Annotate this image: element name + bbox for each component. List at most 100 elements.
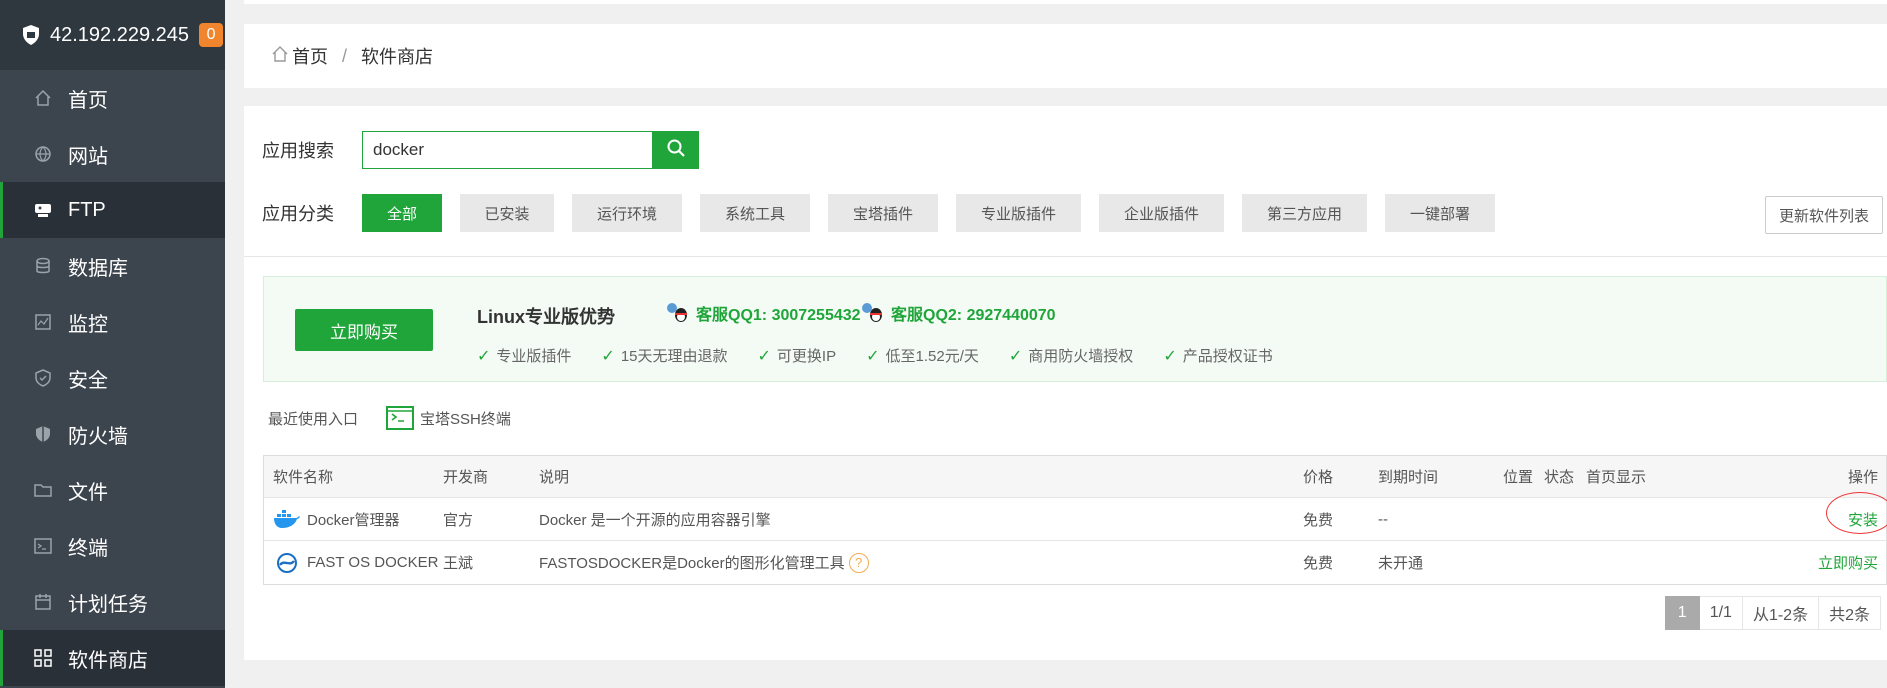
qq2-text: 客服QQ2: 2927440070 — [891, 307, 1056, 324]
feature-item: ✓ 15天无理由退款 — [601, 345, 727, 366]
sidebar-item-terminal[interactable]: 终端 — [0, 518, 225, 574]
feature-label: 15天无理由退款 — [620, 348, 728, 365]
grid-icon — [32, 647, 54, 669]
search-label: 应用搜索 — [262, 141, 334, 161]
page-current[interactable]: 1 — [1664, 596, 1700, 630]
monitor-icon — [32, 311, 54, 333]
refresh-list-button[interactable]: 更新软件列表 — [1765, 196, 1883, 234]
pagination: 1 1/1 从1-2条 共2条 — [1664, 596, 1881, 630]
feature-item: ✓ 低至1.52元/天 — [866, 345, 979, 366]
notification-badge[interactable]: 0 — [199, 23, 224, 47]
help-icon[interactable]: ? — [848, 552, 869, 573]
col-price-header: 价格 — [1303, 469, 1334, 486]
terminal-icon — [386, 406, 415, 430]
col-status-header: 状态 — [1544, 469, 1575, 486]
qq1-text: 客服QQ1: 3007255432 — [696, 307, 861, 324]
search-row: 应用搜索 docker — [262, 131, 699, 169]
feature-label: 专业版插件 — [496, 348, 572, 365]
description-cell: Docker 是一个开源的应用容器引擎 — [539, 511, 771, 529]
shield-check-icon — [32, 367, 54, 389]
category-pro-plugins[interactable]: 专业版插件 — [956, 194, 1081, 232]
sidebar-item-website[interactable]: 网站 — [0, 126, 225, 182]
op-cell: 立即购买 — [1818, 541, 1878, 584]
sidebar-item-label: 数据库 — [68, 257, 128, 280]
sidebar-item-label: 计划任务 — [68, 593, 148, 616]
qq-support-1[interactable]: 客服QQ1: 3007255432 — [664, 301, 861, 325]
developer-cell: 官方 — [443, 511, 474, 529]
sidebar-item-monitor[interactable]: 监控 — [0, 294, 225, 350]
breadcrumb-current: 软件商店 — [361, 47, 434, 67]
sidebar-item-cron[interactable]: 计划任务 — [0, 574, 225, 630]
category-label: 应用分类 — [262, 204, 334, 224]
qq-support-2[interactable]: 客服QQ2: 2927440070 — [859, 301, 1056, 325]
feature-label: 产品授权证书 — [1182, 348, 1273, 365]
feature-item: ✓ 产品授权证书 — [1163, 345, 1272, 366]
sidebar-header: 42.192.229.245 0 — [0, 0, 225, 70]
category-third-party[interactable]: 第三方应用 — [1242, 194, 1367, 232]
sidebar-item-label: 防火墙 — [68, 425, 128, 448]
globe-icon — [32, 143, 54, 165]
sidebar-item-label: 软件商店 — [68, 649, 148, 672]
sidebar-item-label: 终端 — [68, 537, 108, 560]
page-count: 1/1 — [1699, 596, 1743, 630]
check-icon: ✓ — [866, 347, 880, 365]
breadcrumb-home[interactable]: 首页 — [292, 43, 328, 69]
feature-item: ✓ 可更换IP — [758, 345, 837, 366]
sidebar-item-files[interactable]: 文件 — [0, 462, 225, 518]
promo-title: Linux专业版优势 — [477, 307, 615, 327]
sidebar-item-database[interactable]: 数据库 — [0, 238, 225, 294]
home-icon — [272, 45, 288, 67]
sidebar-item-security[interactable]: 安全 — [0, 350, 225, 406]
col-desc-header: 说明 — [539, 469, 570, 486]
home-icon — [32, 87, 54, 109]
category-system-tools[interactable]: 系统工具 — [700, 194, 810, 232]
qq-icon — [859, 302, 885, 324]
check-icon: ✓ — [1008, 347, 1023, 365]
table-header-row: 软件名称 开发商 说明 价格 到期时间 位置 状态 首页显示 操作 — [264, 456, 1886, 498]
breadcrumb: 首页 / 软件商店 — [244, 24, 1887, 88]
server-ip[interactable]: 42.192.229.245 — [50, 24, 189, 47]
category-bt-plugins[interactable]: 宝塔插件 — [828, 194, 938, 232]
software-name[interactable]: Docker管理器 — [307, 509, 400, 530]
category-row: 应用分类 全部 已安装 运行环境 系统工具 宝塔插件 专业版插件 企业版插件 第… — [262, 194, 1513, 232]
price-cell: 免费 — [1303, 555, 1334, 572]
category-all[interactable]: 全部 — [362, 194, 442, 232]
sidebar-item-label: 监控 — [68, 313, 108, 336]
sidebar-item-firewall[interactable]: 防火墙 — [0, 406, 225, 462]
top-bar — [244, 0, 1887, 4]
software-name[interactable]: FAST OS DOCKER — [307, 554, 438, 571]
buy-now-button[interactable]: 立即购买 — [295, 309, 433, 351]
col-position-header: 位置 — [1503, 469, 1534, 486]
server-shield-icon — [20, 24, 42, 46]
terminal-icon — [32, 535, 54, 557]
col-dev-header: 开发商 — [443, 469, 489, 486]
table-row: Docker管理器 官方 Docker 是一个开源的应用容器引擎 免费 -- 安… — [264, 492, 1887, 541]
buy-now-link[interactable]: 立即购买 — [1818, 552, 1878, 573]
search-button[interactable] — [652, 131, 699, 169]
col-expire-header: 到期时间 — [1378, 469, 1439, 486]
sidebar-item-label: 文件 — [68, 481, 108, 504]
software-table: 软件名称 开发商 说明 价格 到期时间 位置 状态 首页显示 操作 Docker… — [263, 455, 1887, 585]
op-cell: 安装 — [1826, 492, 1887, 540]
software-name-cell: FAST OS DOCKER — [273, 541, 438, 584]
feature-label: 低至1.52元/天 — [885, 348, 979, 365]
category-runtime[interactable]: 运行环境 — [572, 194, 682, 232]
breadcrumb-separator: / — [342, 45, 348, 66]
category-one-click-deploy[interactable]: 一键部署 — [1385, 194, 1495, 232]
developer-cell: 王斌 — [443, 555, 474, 572]
ssh-terminal-link[interactable]: 宝塔SSH终端 — [386, 406, 511, 430]
category-installed[interactable]: 已安装 — [460, 194, 554, 232]
description-text: FASTOSDOCKER是Docker的图形化管理工具 — [539, 555, 845, 572]
recent-label: 最近使用入口 — [268, 410, 359, 428]
sidebar-item-store[interactable]: 软件商店 — [0, 630, 225, 686]
sidebar-item-ftp[interactable]: FTP — [0, 182, 225, 238]
divider — [244, 256, 1887, 257]
sidebar: 42.192.229.245 0 首页 网站 FTP 数据库 监控 安全 防火墙… — [0, 0, 225, 688]
category-enterprise-plugins[interactable]: 企业版插件 — [1099, 194, 1224, 232]
feature-list: ✓ 专业版插件 ✓ 15天无理由退款 ✓ 可更换IP ✓ 低至1.52元/天 ✓ 商用防火… — [477, 345, 1303, 366]
sidebar-item-home[interactable]: 首页 — [0, 70, 225, 126]
firewall-icon — [32, 423, 54, 445]
software-name-cell: Docker管理器 — [273, 498, 400, 540]
search-input[interactable]: docker — [362, 131, 652, 169]
fastos-docker-icon — [273, 552, 301, 574]
